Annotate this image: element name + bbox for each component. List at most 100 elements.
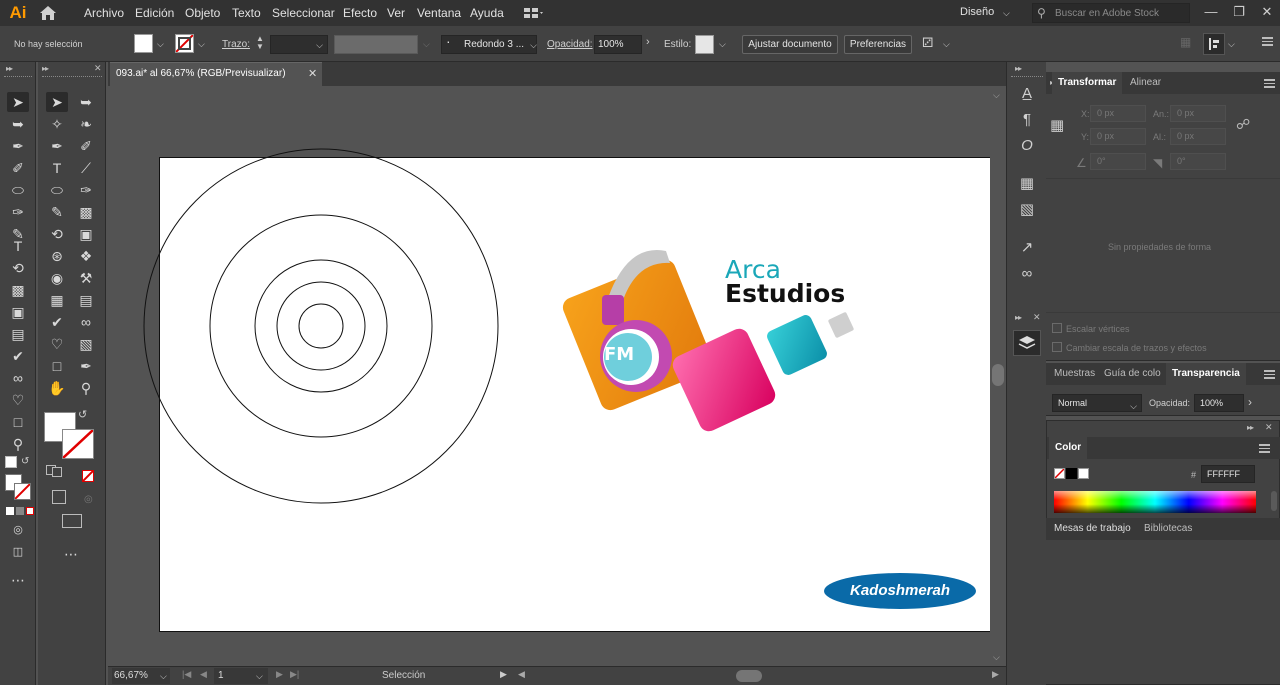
none-swatch[interactable] [1054, 468, 1065, 479]
ellipse-tool-icon[interactable]: ⬭ [7, 180, 29, 200]
color-spectrum[interactable] [1054, 491, 1256, 513]
arrange-documents-icon[interactable] [522, 5, 544, 21]
hand-tool-icon[interactable]: ✋ [46, 378, 68, 398]
pen-tool-icon[interactable]: ✒ [46, 136, 68, 156]
chevron-down-icon[interactable]: ⌵ [943, 39, 950, 50]
fill-chevron-icon[interactable]: ⌵ [157, 39, 164, 50]
gradient-mode-icon[interactable] [16, 507, 24, 515]
collapse-panel-icon[interactable]: ▸▸ [1015, 313, 1022, 322]
type-tool-icon-2[interactable]: T [7, 236, 29, 256]
chevron-down-icon[interactable]: ⌵ [1003, 8, 1010, 19]
tab-color[interactable]: Color [1049, 437, 1088, 459]
swap-colors-icon[interactable]: ↺ [21, 456, 29, 467]
reference-point-icon[interactable]: ▦ [1050, 116, 1068, 134]
eyedropper-tool-icon[interactable]: ✔ [7, 346, 29, 366]
close-document-icon[interactable]: ✕ [308, 67, 317, 80]
stroke-color-box[interactable] [14, 483, 31, 500]
eyedropper-tool-icon[interactable]: ✔ [46, 312, 68, 332]
more-tools-icon[interactable]: ⋯ [60, 544, 82, 564]
artboard-tool-icon[interactable]: □ [46, 356, 68, 376]
collapse-panel-icon[interactable]: ▸▸ [6, 64, 13, 73]
last-artboard-icon[interactable]: ▶| [290, 669, 299, 680]
variable-width-profile[interactable] [334, 35, 418, 54]
tab-color-guide[interactable]: Guía de colo [1098, 363, 1167, 385]
menu-ver[interactable]: Ver [387, 6, 405, 20]
free-transform-icon[interactable]: ▣ [7, 302, 29, 322]
zoom-field[interactable]: 66,67% ⌵ [112, 668, 170, 684]
eraser-tool-icon[interactable]: ▩ [7, 280, 29, 300]
eraser-tool-icon[interactable]: ▩ [75, 202, 97, 222]
transparency-opacity-input[interactable]: 100% [1194, 394, 1244, 412]
blend-tool-icon[interactable]: ∞ [7, 368, 29, 388]
arca-estudios-logo[interactable] [558, 243, 858, 443]
tab-swatches[interactable]: Muestras [1048, 363, 1101, 385]
menu-icon[interactable] [1262, 36, 1274, 48]
line-tool-icon[interactable]: ⟋ [75, 158, 97, 178]
collapse-panel-icon[interactable]: ▸▸ [1015, 64, 1022, 73]
x-input[interactable]: 0 px [1090, 105, 1146, 122]
scroll-down-icon[interactable]: ⌵ [993, 652, 1000, 663]
tab-transform[interactable]: Transformar [1052, 72, 1123, 94]
home-icon[interactable] [38, 4, 58, 22]
preferences-button[interactable]: Preferencias [844, 35, 912, 54]
artboard-tool-icon[interactable]: □ [7, 412, 29, 432]
stroke-stepper[interactable]: ▲ ▼ [256, 35, 264, 51]
panel-menu-icon[interactable] [1264, 370, 1275, 379]
menu-archivo[interactable]: Archivo [84, 6, 124, 20]
menu-ayuda[interactable]: Ayuda [470, 6, 504, 20]
lasso-tool-icon[interactable]: ❧ [75, 114, 97, 134]
transform-again-icon[interactable]: ⚂ [922, 35, 940, 53]
vertical-scrollbar[interactable]: ⌵ ⌵ [990, 86, 1006, 666]
white-swatch[interactable] [1078, 468, 1089, 479]
panel-menu-icon[interactable] [1259, 444, 1270, 453]
workspace-switcher[interactable]: Diseño [960, 6, 994, 18]
color-scroll-thumb[interactable] [1271, 491, 1277, 511]
restore-button[interactable]: ❐ [1228, 3, 1250, 21]
opentype-icon[interactable]: O [1017, 136, 1037, 156]
direct-selection-tool-icon[interactable]: ➥ [75, 92, 97, 112]
graphic-style-swatch[interactable] [695, 35, 714, 54]
status-menu-icon[interactable]: ▶ [500, 669, 507, 680]
black-swatch[interactable] [1066, 468, 1077, 479]
close-window-button[interactable]: ✕ [1256, 3, 1278, 21]
tab-transparency[interactable]: Transparencia [1166, 363, 1246, 385]
brush-definition-dropdown[interactable]: · Redondo 3 ... ⌵ [441, 33, 537, 54]
collapse-panel-icon[interactable]: ▸▸ [42, 64, 49, 73]
previous-artboard-icon[interactable]: ◀ [200, 669, 207, 680]
screen-mode-icon[interactable]: ◎ [84, 494, 93, 505]
stroke-chevron-icon[interactable]: ⌵ [198, 39, 205, 50]
gradient-tool-icon[interactable]: ▤ [7, 324, 29, 344]
grip-icon[interactable] [4, 76, 32, 78]
none-color-icon[interactable] [82, 470, 94, 482]
color-mode-icon[interactable] [6, 507, 14, 515]
zoom-tool-icon[interactable]: ⚲ [75, 378, 97, 398]
paragraph-styles-icon[interactable]: ▧ [1017, 200, 1037, 220]
minimize-button[interactable]: — [1200, 3, 1222, 21]
concentric-circles[interactable] [140, 146, 520, 506]
width-tool-icon[interactable]: ⊛ [46, 246, 68, 266]
shape-builder-icon[interactable]: ◉ [46, 268, 68, 288]
paragraph-icon[interactable]: ¶ [1017, 110, 1037, 130]
close-icon[interactable]: ✕ [1265, 422, 1273, 433]
scroll-right-icon[interactable]: ▶ [992, 669, 999, 680]
screen-mode-icon[interactable]: ◫ [7, 542, 29, 562]
character-styles-icon[interactable]: ▦ [1017, 174, 1037, 194]
menu-objeto[interactable]: Objeto [185, 6, 220, 20]
constrain-proportions-icon[interactable]: ☍ [1236, 116, 1250, 133]
artboard[interactable]: FM Arca Estudios Kadoshmerah [143, 148, 990, 632]
zoom-tool-icon[interactable]: ⚲ [7, 434, 29, 454]
menu-texto[interactable]: Texto [232, 6, 261, 20]
rotate-tool-icon[interactable]: ⟲ [7, 258, 29, 278]
hex-input[interactable]: FFFFFF [1201, 465, 1255, 483]
adjust-document-button[interactable]: Ajustar documento [742, 35, 838, 54]
magic-wand-tool-icon[interactable]: ✧ [46, 114, 68, 134]
stroke-weight-input[interactable]: ⌵ [270, 35, 328, 54]
chevron-right-icon[interactable]: › [1248, 395, 1252, 409]
scale-tool-icon[interactable]: ▣ [75, 224, 97, 244]
collapse-panel-icon[interactable]: ▸▸ [1247, 423, 1254, 432]
live-paint-icon[interactable]: ⚒ [75, 268, 97, 288]
horizontal-scroll-thumb[interactable] [736, 670, 762, 682]
symbol-sprayer-icon[interactable]: ♡ [7, 390, 29, 410]
canvas-area[interactable]: FM Arca Estudios Kadoshmerah [108, 86, 990, 666]
rotate-tool-icon[interactable]: ⟲ [46, 224, 68, 244]
